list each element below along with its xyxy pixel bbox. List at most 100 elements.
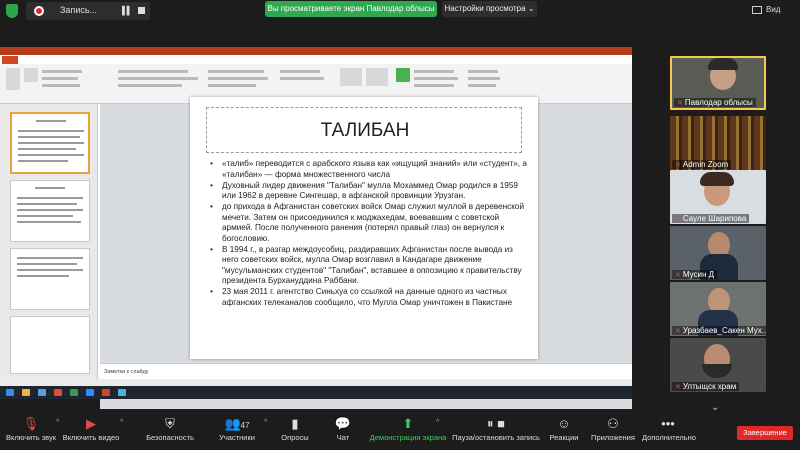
polls-button[interactable]: ▮ Опросы [278, 415, 312, 450]
pause-record-button[interactable]: ⏸ ■ Пауза/остановить запись [448, 415, 544, 450]
top-bar: Запись... ▌▌ Вы просматриваете экран Пав… [0, 0, 800, 22]
participant-name-label: Ултыщск храм [682, 382, 737, 391]
grid-icon[interactable] [752, 6, 762, 14]
view-options-button[interactable]: Настройки просмотра ⌄ [442, 1, 537, 17]
view-button[interactable]: Вид [766, 5, 780, 14]
recording-label: Запись... [60, 5, 98, 15]
powerpoint-status-bar [0, 379, 632, 386]
bullet-item: 23 мая 2011 г. агентство Синьхуа со ссыл… [208, 287, 528, 308]
avatar-cap [708, 58, 738, 70]
slide-thumbnail[interactable] [10, 248, 90, 310]
reactions-label: Реакции [549, 433, 579, 442]
stop-icon[interactable] [138, 7, 145, 14]
participants-icon: 👥47 [224, 416, 250, 431]
participants-label: Участники [219, 433, 255, 442]
chat-label: Чат [336, 433, 350, 442]
mic-off-icon: ✕ [675, 328, 681, 335]
reactions-button[interactable]: ☺ Реакции [548, 415, 580, 450]
participant-name: ✕ Павлодар облысы [674, 98, 756, 107]
start-icon[interactable] [6, 389, 14, 396]
powerpoint-icon[interactable] [102, 389, 110, 396]
mic-off-icon: ✕ [677, 100, 683, 107]
end-meeting-button[interactable]: Завершение [737, 426, 793, 440]
participant-name: ✕ Admin Zoom [672, 160, 732, 169]
bullet-item: до прихода в Афганистан советских войск … [208, 202, 528, 244]
participant-name-label: Admin Zoom [682, 160, 729, 169]
chevron-up-icon[interactable]: ^ [436, 419, 439, 426]
mic-off-icon: ✕ [675, 162, 681, 169]
participant-tile[interactable]: ✕ Павлодар облысы [670, 56, 766, 110]
new-slide-icon[interactable] [24, 68, 38, 82]
participants-count: 47 [240, 421, 250, 430]
bullet-item: В 1994 г., в разгар междоусобиц, раздира… [208, 245, 528, 287]
shape-fill-icon[interactable] [396, 68, 410, 82]
participant-name: ✕ Мусин Д [672, 270, 718, 279]
mute-button[interactable]: 🎙 Включить звук [4, 415, 58, 450]
shield-icon: ⛨ [165, 416, 175, 431]
share-banner: Вы просматриваете экран Павлодар облысы [265, 1, 437, 17]
chevron-down-icon[interactable]: ⌄ [711, 402, 719, 413]
zoom-window: Запись... ▌▌ Вы просматриваете экран Пав… [0, 0, 800, 450]
bullet-item: Духовный лидер движения "Талибан" мулла … [208, 181, 528, 202]
pause-record-label: Пауза/остановить запись [452, 433, 540, 442]
pause-icon[interactable]: ▌▌ [122, 6, 132, 15]
app-icon[interactable] [54, 389, 62, 396]
slide-thumbnail[interactable] [10, 180, 90, 242]
participant-name-label: Павлодар облысы [684, 98, 753, 107]
share-label: Демонстрация экрана [369, 433, 447, 442]
security-button[interactable]: ⛨ Безопасность [144, 415, 196, 450]
powerpoint-titlebar [0, 47, 632, 55]
slide-title: ТАЛИБАН [320, 120, 410, 141]
slide-notes[interactable]: Заметки к слайду [100, 363, 632, 379]
view-options-label: Настройки просмотра [444, 4, 526, 13]
apps-label: Приложения [591, 433, 635, 442]
slide-thumbnail[interactable] [10, 112, 90, 174]
participant-tile[interactable]: ✕ Сауле Шарипова [670, 170, 766, 224]
meeting-toolbar: 🎙 Включить звук ^ ▶ Включить видео ^ ⛨ Б… [0, 415, 800, 450]
mic-off-icon: ✕ [675, 216, 681, 223]
windows-taskbar [0, 386, 632, 399]
browser-icon[interactable] [38, 389, 46, 396]
participant-name: ✕ Сауле Шарипова [672, 214, 750, 223]
participant-name: ✕ Ултыщск храм [672, 382, 740, 391]
chat-icon: 💬 [334, 416, 352, 431]
participant-name-label: Мусин Д [682, 270, 715, 279]
participant-tile[interactable]: ✕ Уразбаев_Сакен Мух... [670, 282, 766, 336]
participant-name-label: Уразбаев_Сакен Мух... [682, 326, 766, 335]
arrange-icon[interactable] [340, 68, 362, 86]
slide: ТАЛИБАН «талиб» переводится с арабского … [190, 97, 538, 359]
pause-stop-icon: ⏸ ■ [487, 416, 505, 431]
chat-button[interactable]: 💬 Чат [330, 415, 356, 450]
zoom-icon[interactable] [86, 389, 94, 396]
participants-button[interactable]: 👥47 Участники [212, 415, 262, 450]
paste-icon[interactable] [6, 68, 20, 90]
more-icon: ••• [661, 416, 675, 431]
explorer-icon[interactable] [22, 389, 30, 396]
shield-icon[interactable] [6, 4, 18, 18]
mute-label: Включить звук [5, 433, 57, 442]
mic-off-icon: ✕ [675, 272, 681, 279]
app-icon[interactable] [70, 389, 78, 396]
participant-tile[interactable]: ✕ Admin Zoom [670, 116, 766, 170]
quick-styles-icon[interactable] [366, 68, 388, 86]
participant-name-label: Сауле Шарипова [682, 214, 747, 223]
apps-button[interactable]: ⚇ Приложения [590, 415, 636, 450]
chevron-up-icon[interactable]: ^ [120, 419, 123, 426]
polls-label: Опросы [281, 433, 309, 442]
file-tab[interactable] [2, 56, 18, 64]
chevron-up-icon[interactable]: ^ [56, 419, 59, 426]
apps-icon: ⚇ [607, 416, 619, 431]
more-button[interactable]: ••• Дополнительно [642, 415, 696, 450]
app-icon[interactable] [118, 389, 126, 396]
title-placeholder[interactable]: ТАЛИБАН [206, 107, 522, 153]
video-label: Включить видео [62, 433, 120, 442]
chevron-up-icon[interactable]: ^ [264, 419, 267, 426]
security-label: Безопасность [146, 433, 194, 442]
chevron-down-icon: ⌄ [527, 4, 535, 13]
slides-panel [0, 104, 98, 379]
slide-thumbnail[interactable] [10, 316, 90, 374]
participant-tile[interactable]: ✕ Мусин Д [670, 226, 766, 280]
video-button[interactable]: ▶ Включить видео [62, 415, 120, 450]
participant-tile[interactable]: ✕ Ултыщск храм [670, 338, 766, 392]
mic-off-icon: ✕ [675, 384, 681, 391]
